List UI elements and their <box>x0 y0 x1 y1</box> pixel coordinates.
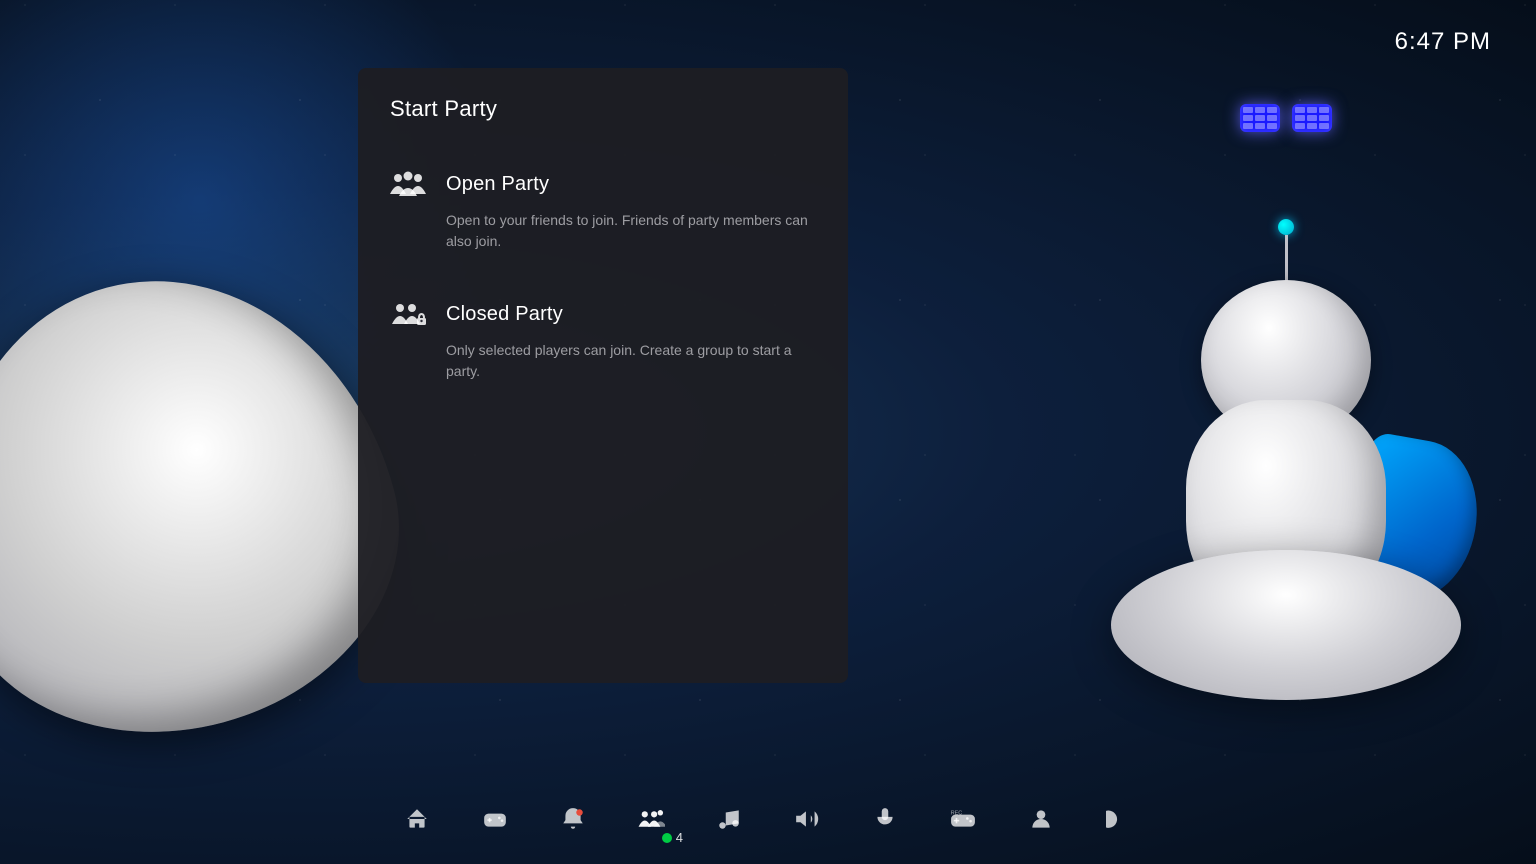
open-party-title: Open Party <box>446 173 549 196</box>
party-icon[interactable]: 4 <box>633 801 669 837</box>
robot-base <box>1111 550 1461 700</box>
power-icon[interactable] <box>1101 801 1137 837</box>
taskbar: 4 REC <box>0 774 1536 864</box>
closed-party-title: Closed Party <box>446 303 563 326</box>
panel-title: Start Party <box>358 68 848 146</box>
closed-party-description: Only selected players can join. Create a… <box>390 340 816 382</box>
game-icon[interactable] <box>477 801 513 837</box>
closed-party-item[interactable]: Closed Party Only selected players can j… <box>358 276 848 406</box>
microphone-icon[interactable] <box>867 801 903 837</box>
open-party-item[interactable]: Open Party Open to your friends to join.… <box>358 146 848 276</box>
party-online-dot <box>662 833 672 843</box>
music-icon[interactable] <box>711 801 747 837</box>
robot-eyes <box>1240 104 1332 132</box>
volume-icon[interactable] <box>789 801 825 837</box>
robot-antenna <box>1278 219 1294 285</box>
home-icon[interactable] <box>399 801 435 837</box>
accessories-icon[interactable]: REC <box>945 801 981 837</box>
clock: 6:47 PM <box>1395 28 1491 56</box>
open-party-header: Open Party <box>390 168 816 200</box>
closed-party-icon <box>390 298 426 330</box>
open-party-description: Open to your friends to join. Friends of… <box>390 210 816 252</box>
start-party-panel: Start Party Open Party Open to <box>358 68 848 683</box>
notifications-icon[interactable] <box>555 801 591 837</box>
robot-decoration <box>1086 100 1486 700</box>
party-badge: 4 <box>662 830 683 845</box>
svg-text:REC: REC <box>951 811 963 817</box>
party-count: 4 <box>676 830 683 845</box>
profile-icon[interactable] <box>1023 801 1059 837</box>
open-party-icon <box>390 168 426 200</box>
closed-party-header: Closed Party <box>390 298 816 330</box>
